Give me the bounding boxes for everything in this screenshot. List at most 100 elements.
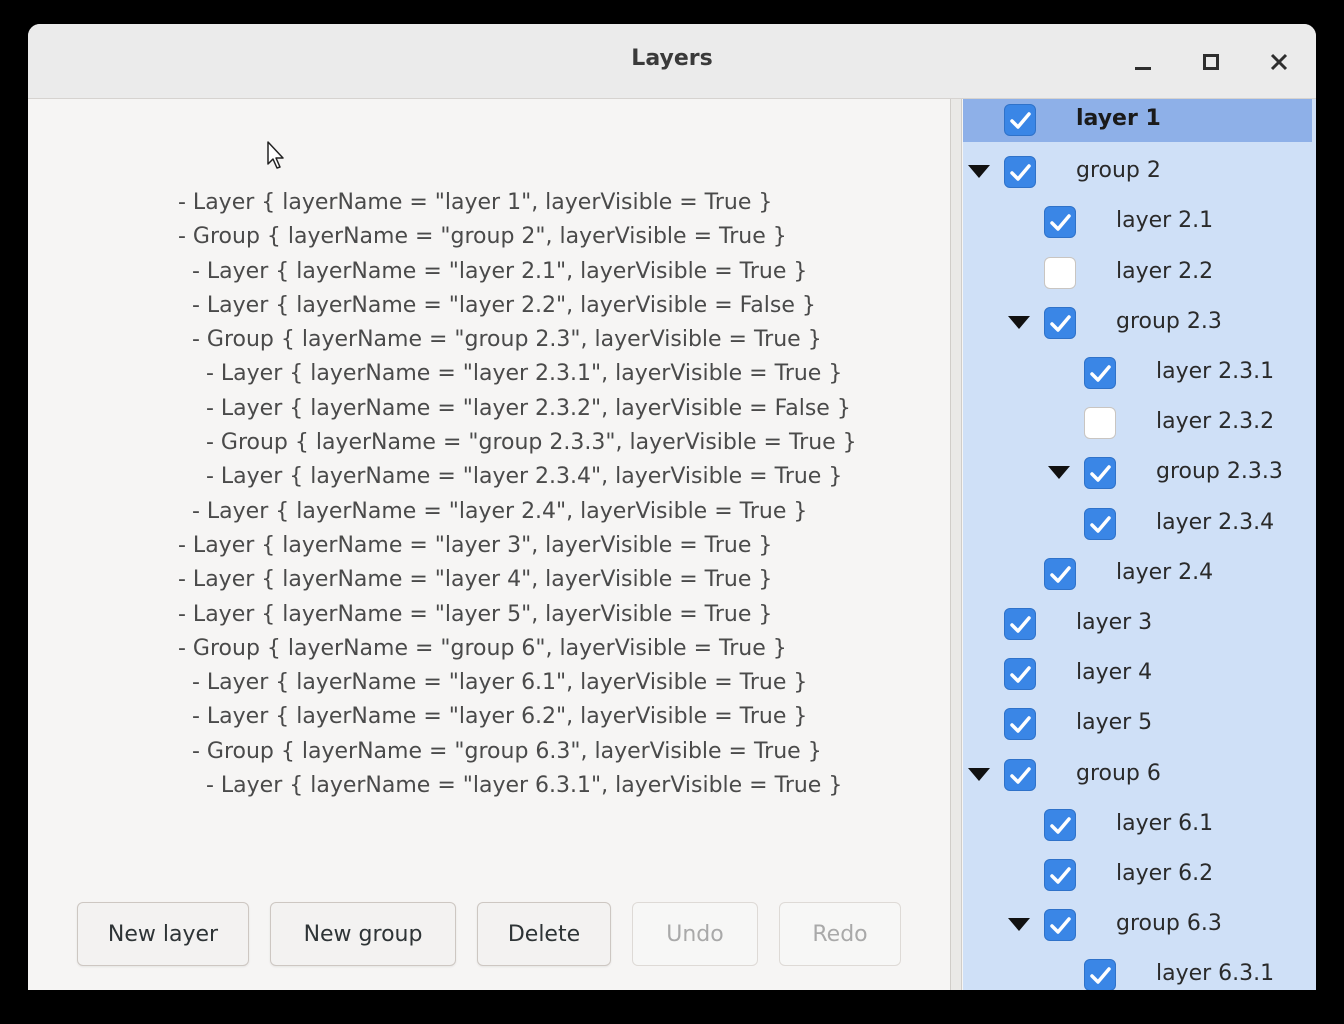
tree-row[interactable]: layer 1 [963, 99, 1312, 142]
tree-text-line: - Group { layerName = "group 6.3", layer… [178, 738, 822, 764]
tree-row[interactable]: layer 6.2 [963, 854, 1312, 900]
tree-row-label: layer 4 [1076, 660, 1153, 686]
tree-text-line: - Layer { layerName = "layer 1", layerVi… [178, 190, 773, 215]
close-button[interactable] [1261, 44, 1297, 80]
tree-text-line: - Layer { layerName = "layer 2.3.1", lay… [178, 361, 843, 387]
expander-arrow-icon[interactable] [1008, 315, 1030, 329]
tree-row[interactable]: layer 2.2 [963, 252, 1312, 298]
tree-row-label: layer 6.1 [1116, 810, 1214, 836]
tree-row-label: layer 5 [1076, 710, 1153, 736]
minimize-icon [1135, 67, 1151, 70]
tree-text-line: - Layer { layerName = "layer 6.3.1", lay… [178, 773, 843, 799]
checkmark-icon [1090, 465, 1111, 483]
tree-row[interactable]: layer 2.3.2 [963, 402, 1312, 448]
layers-window: Layers - Layer { layerName = "layer 1", … [28, 24, 1316, 990]
tree-row-label: layer 2.3.4 [1156, 509, 1275, 535]
new-layer-button[interactable]: New layer [77, 902, 249, 966]
tree-row-label: group 6.3 [1116, 911, 1222, 937]
tree-text-line: - Layer { layerName = "layer 3", layerVi… [178, 532, 773, 558]
visibility-checkbox[interactable] [1044, 557, 1076, 590]
tree-row[interactable]: layer 6.1 [963, 804, 1312, 850]
tree-row[interactable]: layer 5 [963, 703, 1312, 749]
layer-tree-view[interactable]: layer 1 group 2 layer 2.1 layer 2.2 group 2.… [963, 99, 1316, 990]
checkmark-icon [1010, 112, 1031, 129]
tree-row-label: layer 2.3.1 [1156, 359, 1275, 384]
visibility-checkbox[interactable] [1004, 608, 1036, 640]
tree-text-line: - Layer { layerName = "layer 2.3.4", lay… [178, 464, 843, 490]
tree-text-line: - Layer { layerName = "layer 5", layerVi… [178, 601, 773, 627]
tree-row[interactable]: layer 2.1 [963, 201, 1312, 247]
visibility-checkbox[interactable] [1084, 507, 1116, 540]
expander-arrow-icon[interactable] [968, 165, 990, 179]
pane-separator-handle[interactable] [950, 99, 962, 990]
minimize-button[interactable] [1125, 44, 1161, 80]
tree-text-line: - Layer { layerName = "layer 6.1", layer… [178, 670, 808, 696]
expander-arrow-icon[interactable] [1048, 466, 1070, 480]
checkmark-icon [1090, 515, 1111, 533]
tree-row[interactable]: group 2 [963, 151, 1312, 197]
title-bar[interactable]: Layers [28, 24, 1316, 99]
tree-text-line: - Layer { layerName = "layer 2.3.2", lay… [178, 395, 851, 421]
tree-row[interactable]: layer 6.3.1 [963, 954, 1312, 990]
redo-button[interactable]: Redo [779, 902, 901, 966]
tree-text-line: - Group { layerName = "group 2", layerVi… [178, 224, 787, 250]
visibility-checkbox[interactable] [1044, 206, 1076, 239]
checkmark-icon [1050, 817, 1071, 834]
visibility-checkbox[interactable] [1004, 658, 1036, 691]
visibility-checkbox[interactable] [1084, 959, 1116, 990]
tree-text-line: - Layer { layerName = "layer 2.1", layer… [178, 258, 808, 284]
tree-row-label: layer 1 [1076, 106, 1161, 131]
tree-row[interactable]: layer 2.3.1 [963, 352, 1312, 398]
expander-arrow-icon[interactable] [968, 767, 990, 781]
tree-row[interactable]: layer 4 [963, 653, 1312, 699]
tree-text-line: - Group { layerName = "group 2.3", layer… [178, 327, 822, 353]
tree-text-line: - Layer { layerName = "layer 6.2", layer… [178, 704, 808, 730]
window-title: Layers [631, 46, 713, 71]
visibility-checkbox[interactable] [1044, 256, 1076, 289]
tree-text-line: - Layer { layerName = "layer 2.2", layer… [178, 292, 816, 318]
tree-row-label: layer 3 [1076, 610, 1153, 635]
tree-text-line: - Layer { layerName = "layer 2.4", layer… [178, 498, 808, 524]
tree-row[interactable]: layer 2.4 [963, 553, 1312, 599]
visibility-checkbox[interactable] [1084, 457, 1116, 490]
checkmark-icon [1010, 616, 1031, 633]
checkmark-icon [1050, 315, 1071, 332]
visibility-checkbox[interactable] [1084, 357, 1116, 389]
visibility-checkbox[interactable] [1004, 156, 1036, 189]
delete-button[interactable]: Delete [477, 902, 611, 966]
visibility-checkbox[interactable] [1084, 407, 1116, 440]
tree-row[interactable]: group 2.3.3 [963, 452, 1312, 498]
checkmark-icon [1090, 967, 1111, 985]
tree-row[interactable]: group 6 [963, 754, 1312, 800]
visibility-checkbox[interactable] [1004, 758, 1036, 791]
tree-row-label: group 6 [1076, 760, 1161, 786]
visibility-checkbox[interactable] [1044, 306, 1076, 339]
new-group-button[interactable]: New group [270, 902, 456, 966]
maximize-icon [1203, 54, 1219, 70]
visibility-checkbox[interactable] [1044, 859, 1076, 891]
tree-row-label: layer 6.3.1 [1156, 961, 1275, 987]
checkmark-icon [1050, 214, 1071, 232]
visibility-checkbox[interactable] [1004, 104, 1036, 136]
expander-arrow-icon[interactable] [1008, 918, 1030, 932]
checkmark-icon [1010, 766, 1031, 784]
tree-row-label: layer 2.4 [1116, 559, 1214, 585]
text-view-pane: - Layer { layerName = "layer 1", layerVi… [28, 99, 950, 990]
tree-row-label: layer 2.3.2 [1156, 409, 1275, 435]
tree-row[interactable]: layer 2.3.4 [963, 503, 1312, 549]
tree-row-label: layer 6.2 [1116, 861, 1214, 886]
tree-row[interactable]: group 6.3 [963, 904, 1312, 950]
tree-text-line: - Group { layerName = "group 6", layerVi… [178, 635, 787, 661]
tree-row[interactable]: layer 3 [963, 603, 1312, 649]
checkmark-icon [1090, 365, 1111, 382]
visibility-checkbox[interactable] [1044, 909, 1076, 942]
mouse-cursor-icon [267, 141, 284, 169]
undo-button[interactable]: Undo [632, 902, 758, 966]
visibility-checkbox[interactable] [1044, 808, 1076, 841]
checkmark-icon [1010, 666, 1031, 683]
tree-row[interactable]: group 2.3 [963, 302, 1312, 348]
checkmark-icon [1050, 917, 1071, 934]
maximize-button[interactable] [1193, 44, 1229, 80]
checkmark-icon [1050, 867, 1071, 884]
visibility-checkbox[interactable] [1004, 708, 1036, 741]
